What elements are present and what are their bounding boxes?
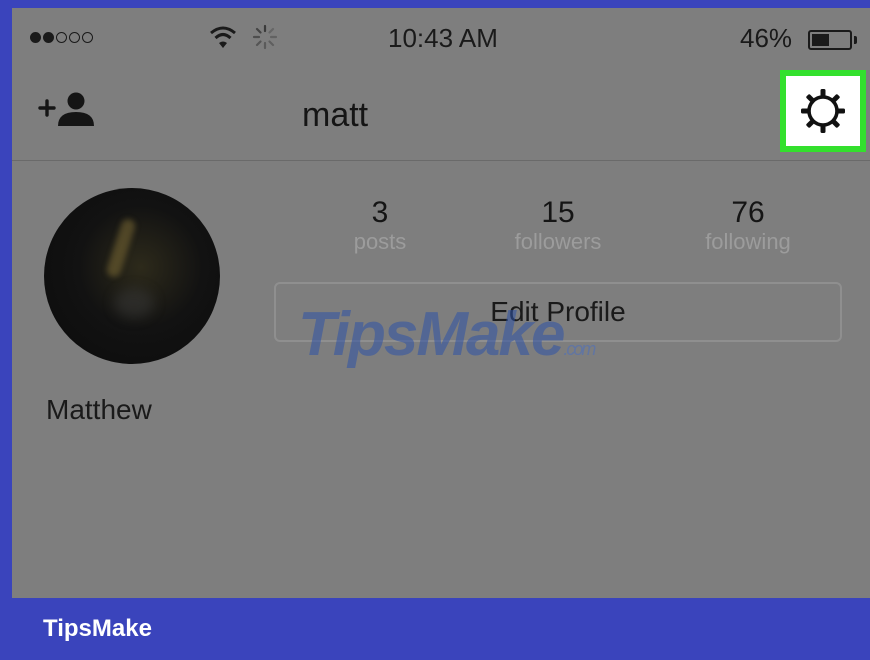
- phone-screen: 10:43 AM 46% matt Matthew 3 posts 15 fol…: [12, 8, 870, 598]
- signal-dot: [30, 32, 41, 43]
- stat-posts-value: 3: [371, 196, 389, 229]
- stat-following-value: 76: [731, 196, 765, 229]
- gear-icon: [801, 89, 845, 133]
- battery-percent: 46%: [740, 23, 793, 53]
- signal-dot: [69, 32, 80, 43]
- signal-dot: [43, 32, 54, 43]
- stat-posts-label: posts: [353, 229, 407, 254]
- avatar-photo-detail: [105, 217, 137, 279]
- activity-spinner-icon: [252, 24, 278, 50]
- signal-dots-icon: [30, 32, 93, 43]
- watermark-logo: TipsMake.com: [298, 300, 598, 369]
- battery-fill: [812, 34, 829, 46]
- avatar[interactable]: [44, 188, 220, 364]
- stat-posts[interactable]: 3 posts: [290, 198, 470, 256]
- status-time: 10:43 AM: [388, 23, 498, 53]
- battery-icon: [808, 30, 852, 50]
- svg-text:TipsMake.com: TipsMake.com: [298, 300, 596, 369]
- settings-button[interactable]: [780, 70, 866, 152]
- stat-followers-label: followers: [514, 229, 602, 254]
- wifi-icon: [210, 26, 236, 48]
- avatar-photo-detail: [114, 288, 154, 318]
- footer-bar: TipsMake: [0, 598, 870, 660]
- signal-dot: [82, 32, 93, 43]
- status-bar: 10:43 AM 46%: [12, 8, 870, 66]
- watermark-brand: TipsMake: [298, 300, 564, 369]
- battery-tip: [854, 36, 857, 44]
- nav-username: matt: [302, 96, 369, 134]
- add-person-icon[interactable]: [38, 90, 98, 130]
- stat-followers[interactable]: 15 followers: [468, 198, 648, 256]
- profile-stats: 3 posts 15 followers 76 following: [276, 198, 846, 268]
- signal-dot: [56, 32, 67, 43]
- stat-followers-value: 15: [541, 196, 575, 229]
- display-name: Matthew: [46, 394, 152, 425]
- profile-nav-bar: matt: [12, 66, 870, 161]
- footer-brand: TipsMake: [43, 615, 152, 642]
- stat-following[interactable]: 76 following: [658, 198, 838, 256]
- watermark-suffix: .com: [563, 339, 596, 359]
- stat-following-label: following: [705, 229, 791, 254]
